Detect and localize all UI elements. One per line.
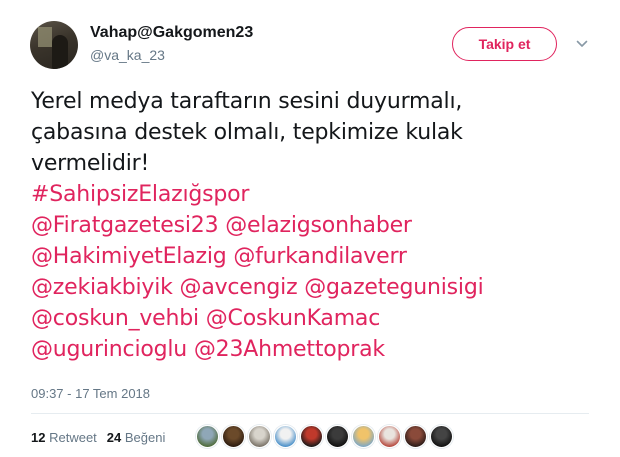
display-name[interactable]: Vahap@Gakgomen23 — [90, 24, 253, 42]
avatar-window-detail — [38, 27, 52, 47]
tweet-text-segment — [199, 306, 206, 331]
mention-link[interactable]: @HakimiyetElazig — [31, 244, 227, 269]
avatar-portrait-icon[interactable] — [248, 425, 271, 448]
mention-link[interactable]: @zekiakbiyik — [31, 275, 173, 300]
tweet-stats: 12 Retweet 24 Beğeni — [31, 430, 165, 445]
mention-link[interactable]: @ugurincioglu — [31, 337, 187, 362]
avatar-sunset-icon[interactable] — [352, 425, 375, 448]
tweet-line: #SahipsizElazığspor — [31, 179, 601, 210]
retweet-count: 12 — [31, 430, 46, 445]
follow-button[interactable]: Takip et — [452, 27, 557, 61]
mention-link[interactable]: @coskun_vehbi — [31, 306, 199, 331]
mention-link[interactable]: @CoskunKamac — [206, 306, 381, 331]
tweet-text: Yerel medya taraftarın sesini duyurmalı,… — [31, 86, 601, 365]
tweet-text-segment: çabasına destek olmalı, tepkimize kulak — [31, 120, 463, 145]
avatar-portrait-icon[interactable] — [326, 425, 349, 448]
like-stat[interactable]: 24 Beğeni — [107, 430, 166, 445]
tweet-line: @Firatgazetesi23 @elazigsonhaber — [31, 210, 601, 241]
retweet-label: Retweet — [49, 430, 97, 445]
divider — [31, 413, 589, 414]
avatar-dark-icon[interactable] — [430, 425, 453, 448]
tweet-text-segment — [173, 275, 180, 300]
mention-link[interactable]: @Firatgazetesi23 — [31, 213, 219, 238]
tweet-text-segment — [187, 337, 194, 362]
tweet-text-segment: Yerel medya taraftarın sesini duyurmalı, — [31, 89, 463, 114]
mention-link[interactable]: @furkandilaverr — [233, 244, 407, 269]
tweet-timestamp[interactable]: 09:37 - 17 Tem 2018 — [31, 386, 150, 401]
user-handle[interactable]: @va_ka_23 — [90, 47, 165, 63]
retweet-stat[interactable]: 12 Retweet — [31, 430, 97, 445]
tweet-line: çabasına destek olmalı, tepkimize kulak — [31, 117, 601, 148]
tweet-line: @zekiakbiyik @avcengiz @gazetegunisigi — [31, 272, 601, 303]
avatar-landscape-icon[interactable] — [196, 425, 219, 448]
mention-link[interactable]: @avcengiz — [180, 275, 298, 300]
avatar-logo-icon[interactable] — [300, 425, 323, 448]
avatar-figure — [52, 35, 68, 69]
like-count: 24 — [106, 430, 122, 445]
like-label: Beğeni — [124, 430, 166, 445]
avatar-group-icon[interactable] — [378, 425, 401, 448]
avatar-sticker-icon[interactable] — [274, 425, 297, 448]
tweet-line: Yerel medya taraftarın sesini duyurmalı, — [31, 86, 601, 117]
mention-link[interactable]: @23Ahmettoprak — [194, 337, 385, 362]
avatar-portrait-icon[interactable] — [222, 425, 245, 448]
tweet-line: vermelidir! — [31, 148, 601, 179]
tweet-line: @HakimiyetElazig @furkandilaverr — [31, 241, 601, 272]
tweet-text-segment: vermelidir! — [31, 151, 150, 176]
hashtag-link[interactable]: #SahipsizElazığspor — [31, 182, 249, 207]
mention-link[interactable]: @elazigsonhaber — [225, 213, 412, 238]
tweet-line: @coskun_vehbi @CoskunKamac — [31, 303, 601, 334]
mention-link[interactable]: @gazetegunisigi — [304, 275, 484, 300]
chevron-down-icon[interactable] — [576, 38, 588, 50]
liker-avatars — [196, 425, 453, 448]
tweet-line: @ugurincioglu @23Ahmettoprak — [31, 334, 601, 365]
avatar-portrait-icon[interactable] — [404, 425, 427, 448]
user-avatar[interactable] — [30, 21, 78, 69]
